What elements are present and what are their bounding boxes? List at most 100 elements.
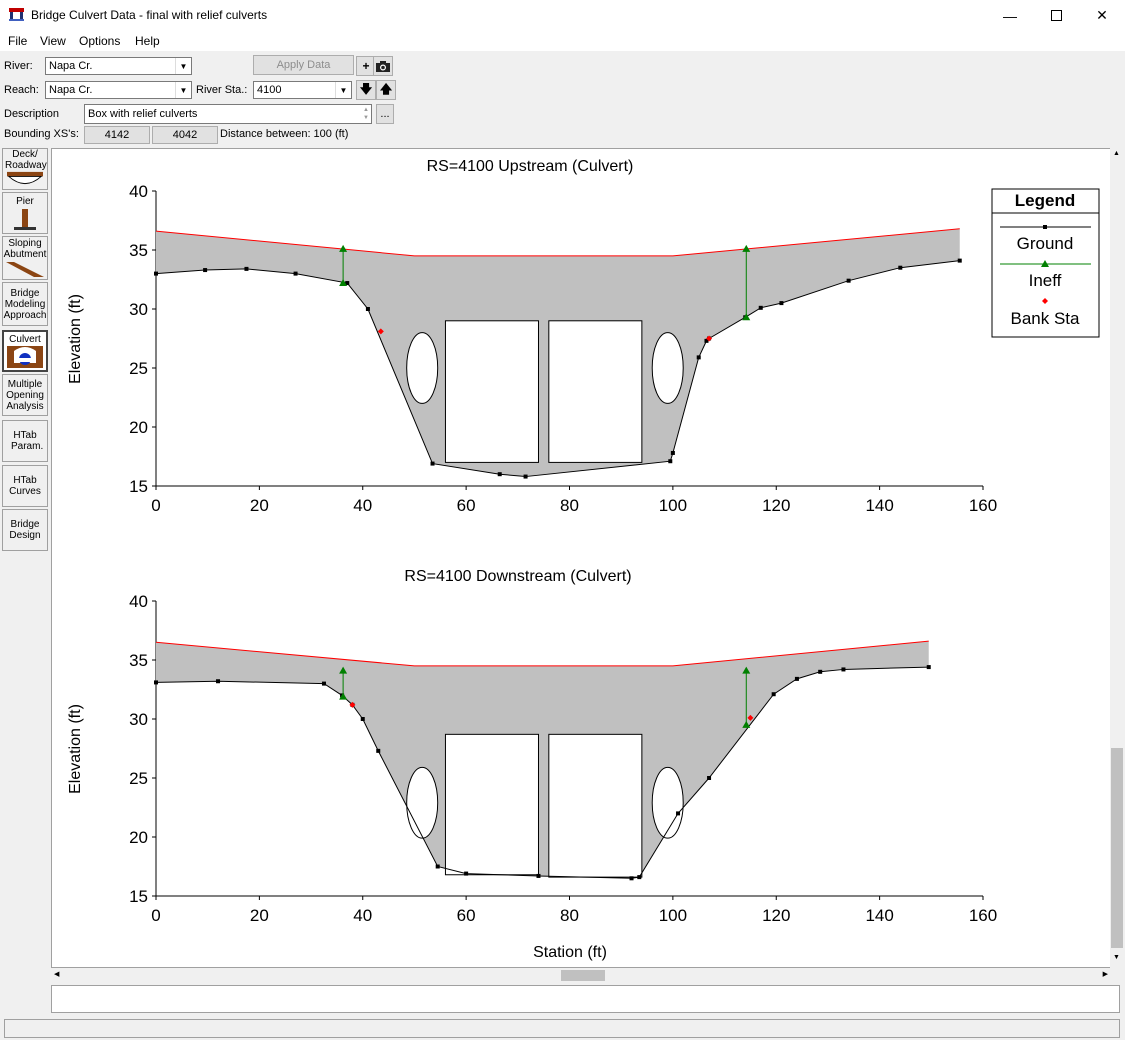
sloping-abutment-icon — [6, 262, 44, 277]
legend-title: Legend — [1015, 191, 1075, 210]
y-axis-label: Elevation (ft) — [67, 704, 84, 794]
deck-fill — [156, 641, 929, 879]
river-sta-select[interactable]: 4100 ▼ — [253, 81, 352, 99]
x-tick-label: 140 — [865, 906, 893, 925]
pier-button[interactable]: Pier — [2, 192, 48, 234]
multiple-opening-analysis-button[interactable]: Multiple Opening Analysis — [2, 374, 48, 416]
x-tick-label: 80 — [560, 906, 579, 925]
sidebar-item-label: HTab Param. — [11, 430, 44, 452]
bounding-us-button[interactable]: 4142 — [84, 126, 150, 144]
menu-file[interactable]: File — [8, 34, 27, 48]
river-select[interactable]: Napa Cr. ▼ — [45, 57, 192, 75]
ground-point — [926, 665, 931, 670]
chevron-down-icon: ▼ — [335, 82, 351, 98]
htab-curves-button[interactable]: HTab Curves — [2, 465, 48, 507]
y-tick-label: 40 — [129, 182, 148, 201]
menu-help[interactable]: Help — [135, 34, 160, 48]
ground-point — [771, 692, 776, 697]
plus-icon: + — [362, 59, 370, 73]
relief-culvert — [406, 332, 439, 404]
y-tick-label: 30 — [129, 300, 148, 319]
minimize-button[interactable]: — — [987, 0, 1033, 31]
ground-point — [244, 266, 249, 271]
bounding-ds-button[interactable]: 4042 — [152, 126, 218, 144]
next-station-button[interactable]: 🡇 — [356, 80, 376, 100]
ground-point — [365, 307, 370, 311]
culvert-box — [548, 320, 643, 463]
x-tick-label: 0 — [151, 496, 160, 515]
arrow-down-icon: 🡇 — [359, 81, 373, 96]
deck-roadway-button[interactable]: Deck/ Roadway — [2, 148, 48, 190]
reach-label: Reach: — [4, 84, 39, 96]
chevron-down-icon: ▼ — [175, 82, 191, 98]
ground-point — [497, 472, 502, 477]
y-tick-label: 15 — [129, 477, 148, 496]
y-tick-label: 40 — [129, 592, 148, 611]
sidebar-item-label: HTab Curves — [9, 475, 41, 497]
ground-point — [435, 864, 440, 869]
cross-section-plots: RS=4100 Upstream (Culvert) Elevation (ft… — [67, 158, 1100, 961]
previous-station-button[interactable]: 🡅 — [376, 80, 396, 100]
ground-point — [841, 667, 846, 672]
ground-point — [376, 748, 381, 753]
relief-culvert — [406, 766, 439, 839]
sidebar-item-label: Deck/ Roadway — [5, 149, 47, 171]
plot-area: RS=4100 Upstream (Culvert) Elevation (ft… — [51, 148, 1112, 968]
y-tick-label: 25 — [129, 359, 148, 378]
culvert-icon — [7, 345, 43, 368]
ground-point — [758, 305, 763, 310]
scroll-left-icon[interactable]: ◀ — [54, 970, 59, 978]
sidebar-item-label: Bridge Design — [9, 519, 41, 541]
y-tick-label: 20 — [129, 418, 148, 437]
ground-point — [670, 450, 675, 455]
ground-point — [360, 717, 365, 721]
scroll-down-icon[interactable]: ▼ — [1113, 954, 1120, 961]
description-value: Box with relief culverts — [88, 108, 198, 120]
menu-options[interactable]: Options — [79, 34, 120, 48]
window-title: Bridge Culvert Data - final with relief … — [31, 8, 268, 22]
htab-param-button[interactable]: HTab Param. — [2, 420, 48, 462]
bridge-design-button[interactable]: Bridge Design — [2, 509, 48, 551]
vertical-scrollbar[interactable]: ▲ ▼ — [1110, 148, 1125, 968]
x-tick-label: 40 — [353, 496, 372, 515]
culvert-button[interactable]: Culvert — [2, 330, 48, 372]
ground-point — [898, 265, 903, 270]
camera-button[interactable] — [373, 56, 393, 76]
x-tick-label: 160 — [969, 906, 997, 925]
ground-point — [216, 679, 221, 684]
y-axis-label: Elevation (ft) — [67, 294, 84, 384]
menu-bar: File View Options Help — [0, 31, 1125, 51]
x-tick-label: 120 — [762, 496, 790, 515]
ground-point — [430, 461, 435, 466]
upstream-chart: RS=4100 Upstream (Culvert) Elevation (ft… — [67, 158, 1100, 515]
description-more-button[interactable]: ... — [376, 104, 394, 124]
sloping-abutment-button[interactable]: Sloping Abutment — [2, 236, 48, 280]
x-tick-label: 60 — [457, 906, 476, 925]
deck-roadway-icon — [7, 171, 43, 185]
close-button[interactable]: ✕ — [1079, 0, 1125, 31]
relief-culvert — [651, 332, 684, 404]
x-tick-label: 80 — [560, 496, 579, 515]
reach-select[interactable]: Napa Cr. ▼ — [45, 81, 192, 99]
ground-point — [707, 776, 712, 780]
bridge-modeling-approach-button[interactable]: Bridge Modeling Approach — [2, 282, 48, 326]
x-axis-label: Station (ft) — [533, 944, 607, 961]
sidebar-item-label: Multiple Opening Analysis — [6, 378, 44, 412]
scroll-thumb[interactable] — [1111, 748, 1123, 948]
river-sta-label: River Sta.: — [196, 84, 248, 96]
chart-marks — [154, 228, 962, 479]
scroll-right-icon[interactable]: ▶ — [1103, 970, 1108, 978]
scroll-up-icon[interactable]: ▲ — [1113, 150, 1120, 157]
menu-view[interactable]: View — [40, 34, 66, 48]
description-field[interactable]: Box with relief culverts ▲ ▼ — [84, 104, 372, 124]
close-icon: ✕ — [1096, 7, 1108, 23]
ground-point — [957, 258, 962, 263]
ground-point — [523, 474, 528, 479]
apply-data-button[interactable]: Apply Data — [253, 55, 354, 75]
x-tick-label: 160 — [969, 496, 997, 515]
scroll-thumb[interactable] — [561, 970, 605, 981]
legend: Legend Ground Ineff Bank Sta — [991, 188, 1100, 338]
horizontal-scrollbar[interactable]: ◀ ▶ — [51, 968, 1112, 983]
x-tick-label: 0 — [151, 906, 160, 925]
maximize-button[interactable] — [1033, 0, 1079, 31]
